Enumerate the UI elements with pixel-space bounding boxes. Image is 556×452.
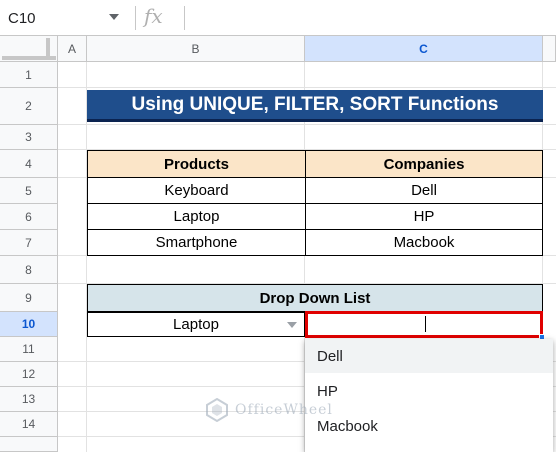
row-header-5[interactable]: 5 [0, 178, 58, 204]
row-header-13[interactable]: 13 [0, 387, 58, 412]
active-cell-c10[interactable] [305, 311, 543, 338]
freeze-row-handle[interactable] [2, 56, 56, 60]
row-header-15[interactable] [0, 437, 58, 452]
row-header-4[interactable]: 4 [0, 150, 58, 178]
watermark-text: OfficeWheel [235, 402, 333, 418]
row-header-10[interactable]: 10 [0, 312, 58, 337]
table-cell[interactable]: Dell [305, 177, 543, 204]
table-cell[interactable]: HP [305, 203, 543, 230]
row-header-3[interactable]: 3 [0, 125, 58, 150]
dropdown-option-dell[interactable]: Dell [305, 339, 553, 373]
column-header-c[interactable]: C [305, 36, 543, 62]
row-header-6[interactable]: 6 [0, 204, 58, 230]
divider [135, 6, 136, 30]
text-cursor [425, 316, 426, 332]
sheet-title[interactable]: Using UNIQUE, FILTER, SORT Functions [87, 90, 543, 122]
column-header-a[interactable]: A [58, 36, 87, 62]
chevron-down-icon[interactable] [109, 14, 119, 20]
divider [184, 6, 185, 30]
dropdown-arrow-icon[interactable] [287, 322, 297, 328]
function-icon: fx [144, 4, 163, 28]
table-cell[interactable]: Smartphone [87, 229, 306, 256]
grid-line [58, 124, 556, 125]
row-header-14[interactable]: 14 [0, 412, 58, 437]
row-header-11[interactable]: 11 [0, 337, 58, 362]
dropdown-list-header[interactable]: Drop Down List [87, 284, 543, 312]
column-header-b[interactable]: B [87, 36, 305, 62]
cell-reference: C10 [8, 9, 36, 27]
dropdown-cell-value: Laptop [173, 316, 219, 333]
officewheel-logo-icon [206, 398, 228, 422]
table-cell[interactable]: Macbook [305, 229, 543, 256]
column-header-d[interactable] [543, 36, 556, 62]
formula-input[interactable] [195, 8, 545, 28]
watermark: OfficeWheel [205, 395, 355, 425]
table-cell[interactable]: Keyboard [87, 177, 306, 204]
row-header-9[interactable]: 9 [0, 284, 58, 312]
table-cell[interactable]: Laptop [87, 203, 306, 230]
table-header-companies[interactable]: Companies [305, 150, 543, 178]
row-header-12[interactable]: 12 [0, 362, 58, 387]
dropdown-cell[interactable]: Laptop [87, 312, 305, 337]
row-header-8[interactable]: 8 [0, 256, 58, 284]
row-header-7[interactable]: 7 [0, 230, 58, 256]
row-header-2[interactable]: 2 [0, 88, 58, 125]
table-header-products[interactable]: Products [87, 150, 306, 178]
row-header-1[interactable]: 1 [0, 62, 58, 88]
grid-line [58, 87, 556, 88]
